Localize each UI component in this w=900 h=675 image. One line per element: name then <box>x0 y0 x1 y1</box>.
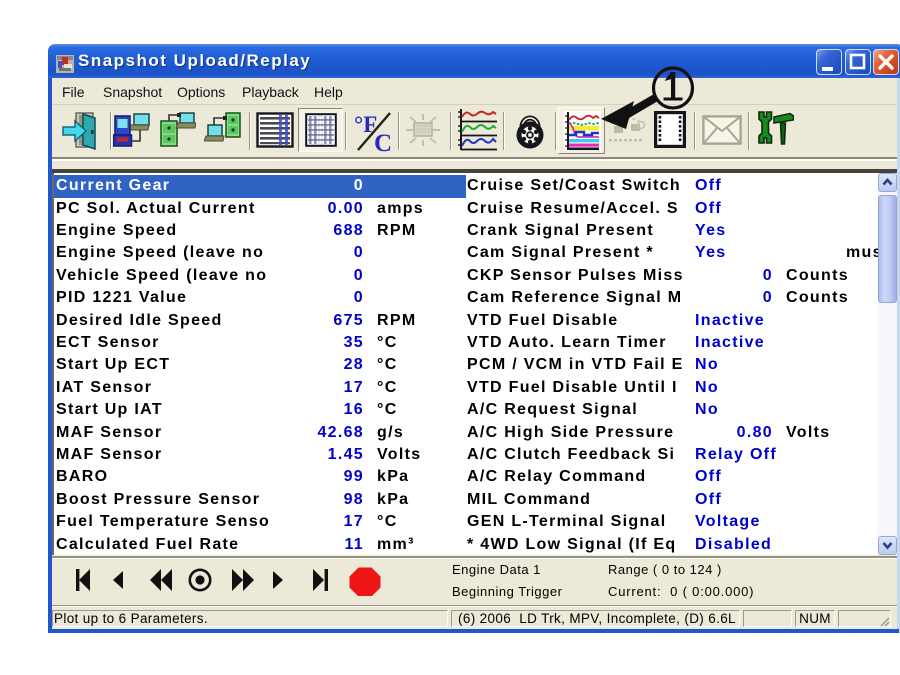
svg-text:C: C <box>374 130 392 152</box>
